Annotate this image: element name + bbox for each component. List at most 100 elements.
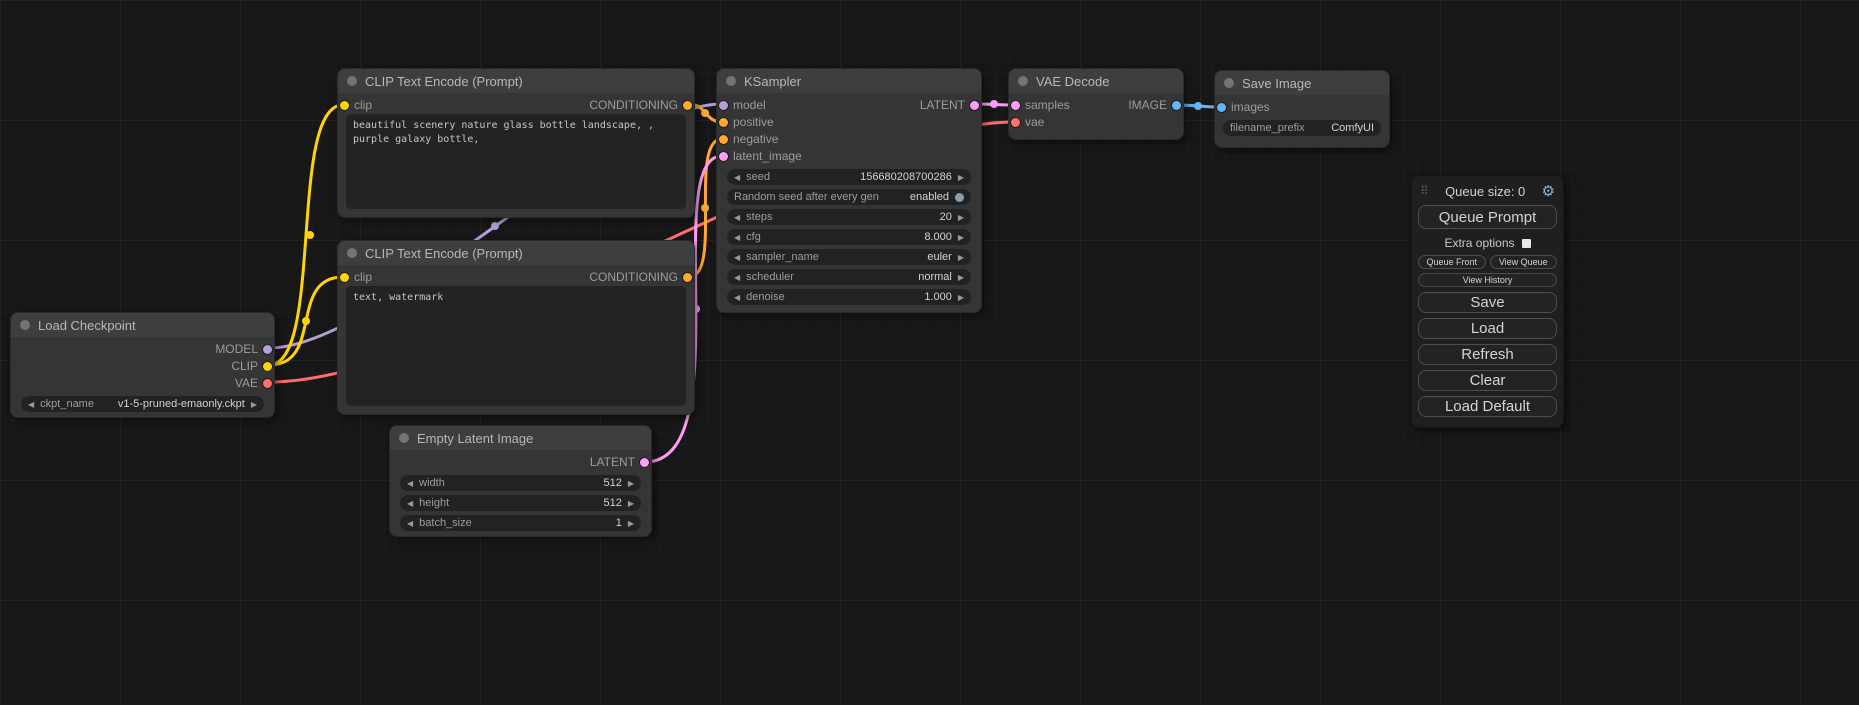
collapse-dot-icon[interactable]	[399, 433, 409, 443]
node-save-image[interactable]: Save Image images filename_prefix ComfyU…	[1214, 70, 1390, 148]
slot-label-images: images	[1231, 99, 1270, 116]
increment-arrow-icon[interactable]: ▶	[251, 400, 257, 409]
view-queue-button[interactable]: View Queue	[1490, 255, 1558, 269]
link-midpoint-dot	[701, 109, 709, 117]
increment-arrow-icon[interactable]: ▶	[628, 519, 634, 528]
output-port-clip[interactable]	[263, 362, 272, 371]
decrement-arrow-icon[interactable]: ◀	[407, 479, 413, 488]
collapse-dot-icon[interactable]	[347, 248, 357, 258]
widget-height[interactable]: ◀ height 512 ▶	[400, 495, 641, 511]
increment-arrow-icon[interactable]: ▶	[958, 273, 964, 282]
widget-seed[interactable]: ◀ seed 156680208700286 ▶	[727, 169, 971, 185]
node-clip-text-encode-positive[interactable]: CLIP Text Encode (Prompt) clip CONDITION…	[337, 68, 695, 218]
output-port-conditioning[interactable]	[683, 273, 692, 282]
input-port-model[interactable]	[719, 101, 728, 110]
input-port-negative[interactable]	[719, 135, 728, 144]
increment-arrow-icon[interactable]: ▶	[628, 499, 634, 508]
save-button[interactable]: Save	[1418, 292, 1557, 313]
widget-cfg[interactable]: ◀ cfg 8.000 ▶	[727, 229, 971, 245]
input-port-samples[interactable]	[1011, 101, 1020, 110]
prompt-textarea[interactable]: text, watermark	[346, 286, 686, 406]
slot-label-conditioning: CONDITIONING	[589, 269, 678, 286]
increment-arrow-icon[interactable]: ▶	[958, 293, 964, 302]
collapse-dot-icon[interactable]	[1224, 78, 1234, 88]
output-slot-clip: CLIP	[11, 358, 274, 375]
input-port-vae[interactable]	[1011, 118, 1020, 127]
output-port-latent[interactable]	[970, 101, 979, 110]
decrement-arrow-icon[interactable]: ◀	[734, 273, 740, 282]
collapse-dot-icon[interactable]	[347, 76, 357, 86]
input-port-clip[interactable]	[340, 101, 349, 110]
widget-denoise[interactable]: ◀ denoise 1.000 ▶	[727, 289, 971, 305]
decrement-arrow-icon[interactable]: ◀	[734, 293, 740, 302]
node-titlebar[interactable]: CLIP Text Encode (Prompt)	[338, 69, 694, 93]
output-port-latent[interactable]	[640, 458, 649, 467]
slot-row: clip CONDITIONING	[338, 269, 694, 286]
collapse-dot-icon[interactable]	[20, 320, 30, 330]
load-default-button[interactable]: Load Default	[1418, 396, 1557, 417]
input-port-clip[interactable]	[340, 273, 349, 282]
output-port-image[interactable]	[1172, 101, 1181, 110]
increment-arrow-icon[interactable]: ▶	[958, 213, 964, 222]
increment-arrow-icon[interactable]: ▶	[628, 479, 634, 488]
node-titlebar[interactable]: Empty Latent Image	[390, 426, 651, 450]
increment-arrow-icon[interactable]: ▶	[958, 173, 964, 182]
link-midpoint-dot	[302, 317, 310, 325]
decrement-arrow-icon[interactable]: ◀	[734, 213, 740, 222]
decrement-arrow-icon[interactable]: ◀	[734, 233, 740, 242]
input-port-positive[interactable]	[719, 118, 728, 127]
decrement-arrow-icon[interactable]: ◀	[28, 400, 34, 409]
node-titlebar[interactable]: Load Checkpoint	[11, 313, 274, 337]
widget-label: cfg	[746, 231, 761, 243]
node-graph-canvas[interactable]: Load Checkpoint MODEL CLIP VAE ◀ ckpt_na…	[0, 0, 1859, 705]
refresh-button[interactable]: Refresh	[1418, 344, 1557, 365]
decrement-arrow-icon[interactable]: ◀	[407, 499, 413, 508]
extra-options-checkbox[interactable]	[1522, 239, 1531, 248]
widget-value: euler	[927, 251, 951, 263]
node-load-checkpoint[interactable]: Load Checkpoint MODEL CLIP VAE ◀ ckpt_na…	[10, 312, 275, 418]
prompt-textarea[interactable]: beautiful scenery nature glass bottle la…	[346, 114, 686, 209]
widget-label: scheduler	[746, 271, 794, 283]
node-empty-latent-image[interactable]: Empty Latent Image LATENT ◀ width 512 ▶ …	[389, 425, 652, 537]
widget-value: 20	[940, 211, 952, 223]
node-titlebar[interactable]: Save Image	[1215, 71, 1389, 95]
collapse-dot-icon[interactable]	[726, 76, 736, 86]
node-titlebar[interactable]: CLIP Text Encode (Prompt)	[338, 241, 694, 265]
input-port-latent-image[interactable]	[719, 152, 728, 161]
output-port-conditioning[interactable]	[683, 101, 692, 110]
widget-filename-prefix[interactable]: filename_prefix ComfyUI	[1223, 120, 1381, 136]
widget-sampler-name[interactable]: ◀ sampler_name euler ▶	[727, 249, 971, 265]
decrement-arrow-icon[interactable]: ◀	[734, 253, 740, 262]
input-port-images[interactable]	[1217, 103, 1226, 112]
node-ksampler[interactable]: KSampler model LATENT positive negative …	[716, 68, 982, 313]
view-history-button[interactable]: View History	[1418, 273, 1557, 287]
queue-prompt-button[interactable]: Queue Prompt	[1418, 205, 1557, 229]
widget-ckpt-name[interactable]: ◀ ckpt_name v1-5-pruned-emaonly.ckpt ▶	[21, 396, 264, 412]
slot-row: latent_image	[717, 148, 981, 165]
collapse-dot-icon[interactable]	[1018, 76, 1028, 86]
toggle-indicator[interactable]	[955, 193, 964, 202]
widget-random-seed-toggle[interactable]: Random seed after every gen enabled	[727, 189, 971, 205]
output-port-vae[interactable]	[263, 379, 272, 388]
load-button[interactable]: Load	[1418, 318, 1557, 339]
output-port-model[interactable]	[263, 345, 272, 354]
node-vae-decode[interactable]: VAE Decode samples IMAGE vae	[1008, 68, 1184, 140]
drag-handle-icon[interactable]: ⠿	[1420, 184, 1429, 198]
widget-width[interactable]: ◀ width 512 ▶	[400, 475, 641, 491]
queue-front-button[interactable]: Queue Front	[1418, 255, 1486, 269]
node-titlebar[interactable]: VAE Decode	[1009, 69, 1183, 93]
increment-arrow-icon[interactable]: ▶	[958, 233, 964, 242]
clear-button[interactable]: Clear	[1418, 370, 1557, 391]
node-clip-text-encode-negative[interactable]: CLIP Text Encode (Prompt) clip CONDITION…	[337, 240, 695, 415]
slot-row: negative	[717, 131, 981, 148]
extra-options-label: Extra options	[1444, 236, 1514, 250]
settings-gear-icon[interactable]: ⚙	[1542, 182, 1555, 200]
decrement-arrow-icon[interactable]: ◀	[407, 519, 413, 528]
widget-batch-size[interactable]: ◀ batch_size 1 ▶	[400, 515, 641, 531]
widget-scheduler[interactable]: ◀ scheduler normal ▶	[727, 269, 971, 285]
slot-row: vae	[1009, 114, 1183, 131]
decrement-arrow-icon[interactable]: ◀	[734, 173, 740, 182]
increment-arrow-icon[interactable]: ▶	[958, 253, 964, 262]
node-titlebar[interactable]: KSampler	[717, 69, 981, 93]
widget-steps[interactable]: ◀ steps 20 ▶	[727, 209, 971, 225]
